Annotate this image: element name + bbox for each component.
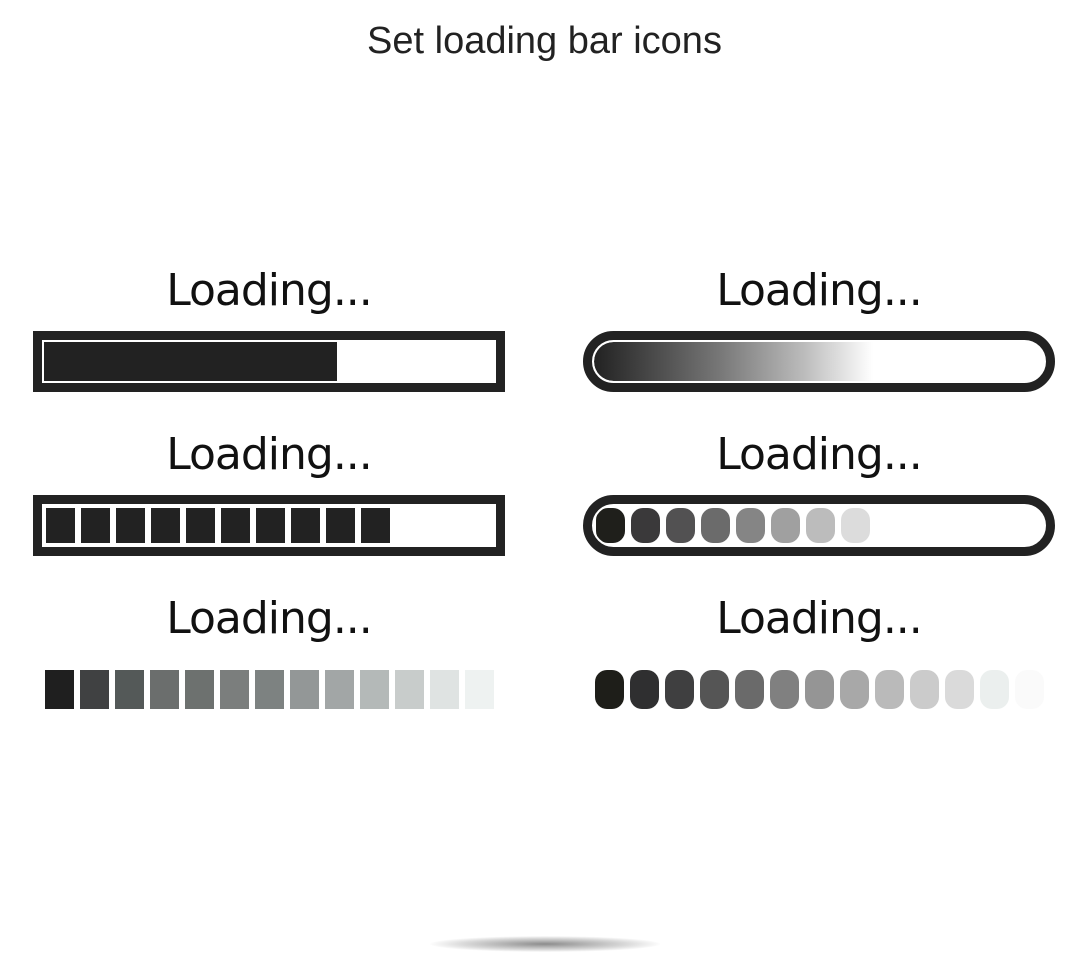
loader-squares-fade (45, 670, 500, 709)
loader-block (465, 670, 494, 709)
progress-segment (256, 508, 285, 543)
loading-label-rounded-fade: Loading... (716, 593, 923, 644)
progress-bar-segmented-rect (33, 495, 505, 556)
loader-block (630, 670, 659, 709)
loading-label-solid-rect: Loading... (166, 265, 373, 316)
progress-fill (44, 342, 337, 381)
loader-block (395, 670, 424, 709)
loader-block (115, 670, 144, 709)
loader-block (150, 670, 179, 709)
page-title: Set loading bar icons (367, 20, 722, 62)
progress-track (594, 506, 1044, 545)
progress-segment (46, 508, 75, 543)
loading-label-squares-fade: Loading... (166, 593, 373, 644)
drop-shadow (430, 936, 660, 952)
progress-segment (841, 508, 870, 543)
loader-block (875, 670, 904, 709)
progress-track (594, 342, 1044, 381)
progress-segment (806, 508, 835, 543)
progress-segment (151, 508, 180, 543)
progress-fill (594, 342, 873, 381)
progress-segment (701, 508, 730, 543)
progress-track (44, 342, 494, 381)
loader-rounded-fade (595, 670, 1050, 709)
progress-segment (736, 508, 765, 543)
loader-block (220, 670, 249, 709)
loading-label-segmented-pill: Loading... (716, 429, 923, 480)
loader-block (325, 670, 354, 709)
progress-segment (291, 508, 320, 543)
loader-block (45, 670, 74, 709)
progress-segment (116, 508, 145, 543)
loader-block (980, 670, 1009, 709)
loader-block (595, 670, 624, 709)
loader-block (805, 670, 834, 709)
loader-block (80, 670, 109, 709)
loader-block (1015, 670, 1044, 709)
progress-bar-segmented-pill (583, 495, 1055, 556)
progress-bar-solid-rect (33, 331, 505, 392)
progress-segment (666, 508, 695, 543)
loading-label-segmented-rect: Loading... (166, 429, 373, 480)
progress-segment (221, 508, 250, 543)
loader-block (945, 670, 974, 709)
progress-segment (81, 508, 110, 543)
progress-track (44, 506, 494, 545)
progress-segment (631, 508, 660, 543)
loader-block (360, 670, 389, 709)
loader-block (290, 670, 319, 709)
progress-segment (361, 508, 390, 543)
progress-segment (186, 508, 215, 543)
progress-segment (596, 508, 625, 543)
loader-block (910, 670, 939, 709)
loader-block (700, 670, 729, 709)
progress-bar-gradient-pill (583, 331, 1055, 392)
progress-segment (771, 508, 800, 543)
loader-block (770, 670, 799, 709)
loader-block (255, 670, 284, 709)
loader-block (430, 670, 459, 709)
loader-block (735, 670, 764, 709)
loading-label-gradient-pill: Loading... (716, 265, 923, 316)
loader-block (840, 670, 869, 709)
loader-block (665, 670, 694, 709)
progress-segment (326, 508, 355, 543)
loader-block (185, 670, 214, 709)
